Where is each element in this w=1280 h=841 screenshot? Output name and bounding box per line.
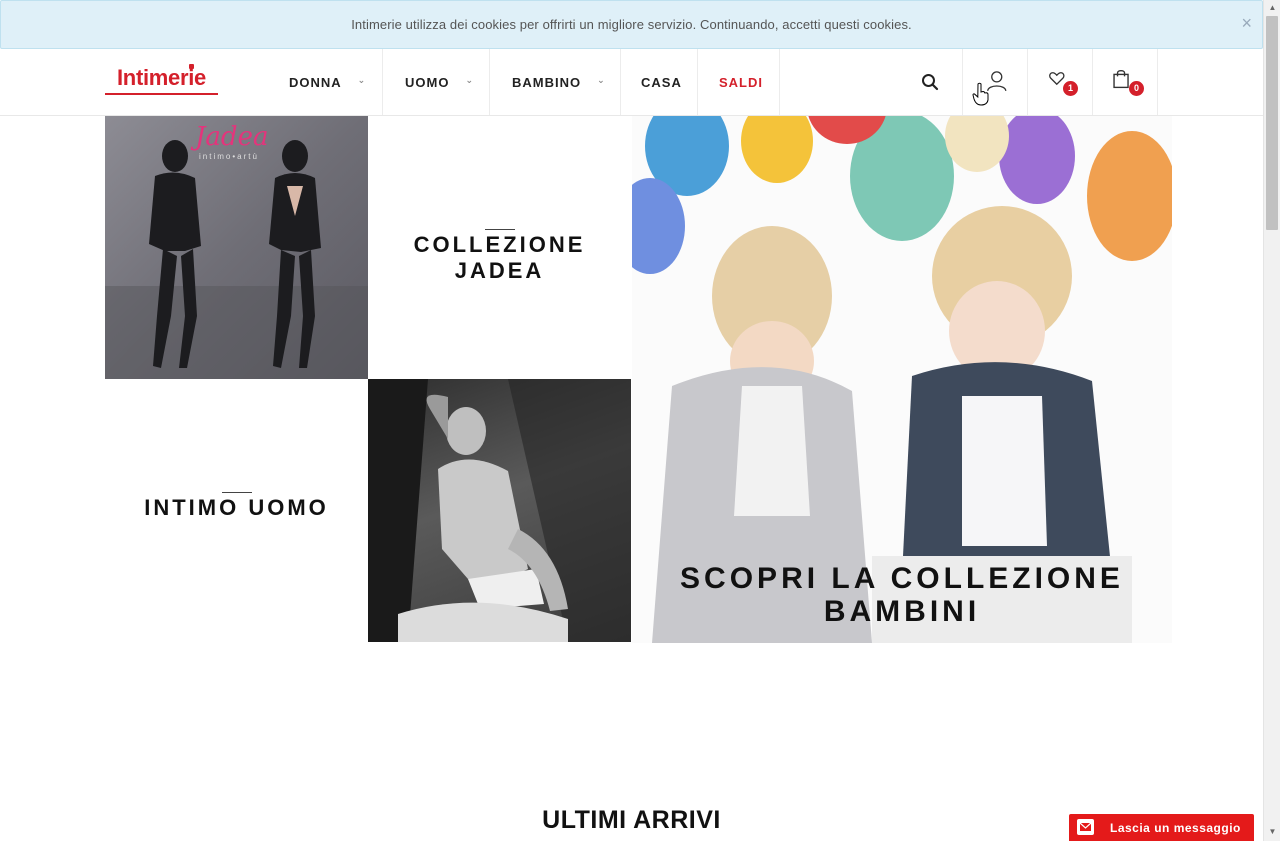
nav-item-saldi[interactable]: SALDI <box>698 49 780 115</box>
caption-divider <box>485 229 515 230</box>
scroll-up-arrow-icon[interactable]: ▲ <box>1264 0 1280 16</box>
jadea-brand-tagline: intimo•artù <box>199 152 259 161</box>
kids-collection-tile[interactable]: SCOPRI LA COLLEZIONE BAMBINI <box>632 116 1172 643</box>
caption-divider <box>222 492 252 493</box>
header-tools: 1 0 <box>898 49 1158 115</box>
scrollbar-thumb[interactable] <box>1266 16 1278 230</box>
nav-item-label: DONNA <box>289 74 342 90</box>
chevron-down-icon: ⌄ <box>465 74 474 85</box>
jadea-collection-tile[interactable]: COLLEZIONE JADEA <box>368 116 631 379</box>
jadea-brand-logo: Jadea <box>195 122 269 152</box>
kids-collection-title-line1: SCOPRI LA COLLEZIONE <box>680 562 1124 595</box>
leave-message-button[interactable]: Lascia un messaggio <box>1069 814 1254 841</box>
cookie-banner-text: Intimerie utilizza dei cookies per offri… <box>351 17 912 32</box>
wishlist-count-badge: 1 <box>1063 81 1078 96</box>
envelope-icon <box>1077 819 1094 835</box>
nav-item-label: BAMBINO <box>512 74 582 90</box>
search-button[interactable] <box>898 49 963 115</box>
men-underwear-image[interactable] <box>368 379 631 642</box>
logo-underline <box>105 93 218 95</box>
chevron-down-icon: ⌄ <box>357 74 367 85</box>
kids-collection-title-line2: BAMBINI <box>823 595 981 628</box>
shopping-bag-icon <box>1113 69 1129 89</box>
cookie-banner: Intimerie utilizza dei cookies per offri… <box>0 0 1263 49</box>
site-logo[interactable]: Intimerie <box>105 64 218 97</box>
wishlist-button[interactable]: 1 <box>1028 49 1093 115</box>
vertical-scrollbar[interactable]: ▲ ▼ <box>1263 0 1280 841</box>
nav-item-casa[interactable]: CASA <box>621 49 698 115</box>
logo-text: Intimerie <box>117 65 206 90</box>
cart-button[interactable]: 0 <box>1093 49 1158 115</box>
cart-count-badge: 0 <box>1129 81 1144 96</box>
male-model-photo <box>368 379 631 642</box>
leave-message-label: Lascia un messaggio <box>1110 821 1241 835</box>
scroll-down-arrow-icon[interactable]: ▼ <box>1264 824 1280 840</box>
jadea-collection-title: COLLEZIONE JADEA <box>413 232 586 283</box>
nav-item-label: UOMO <box>405 74 450 90</box>
nav-item-label: CASA <box>641 74 682 90</box>
search-icon <box>922 74 939 91</box>
logo-dot <box>189 64 194 69</box>
hand-cursor-icon <box>972 82 989 106</box>
men-underwear-title: INTIMO UOMO <box>144 495 329 520</box>
main-nav: DONNA ⌄ UOMO ⌄ BAMBINO ⌄ CASA SALDI <box>266 49 780 115</box>
heart-icon <box>1049 72 1065 86</box>
close-icon[interactable]: × <box>1241 14 1252 32</box>
men-underwear-tile[interactable]: INTIMO UOMO <box>105 379 368 642</box>
jadea-collection-image[interactable]: Jadea intimo•artù <box>105 116 368 379</box>
chevron-down-icon: ⌄ <box>597 74 606 85</box>
nav-item-donna[interactable]: DONNA ⌄ <box>266 49 383 115</box>
nav-item-label: SALDI <box>719 74 763 90</box>
nav-item-bambino[interactable]: BAMBINO ⌄ <box>490 49 621 115</box>
nav-item-uomo[interactable]: UOMO ⌄ <box>383 49 490 115</box>
site-header: Intimerie DONNA ⌄ UOMO ⌄ BAMBINO ⌄ CASA … <box>0 49 1263 116</box>
